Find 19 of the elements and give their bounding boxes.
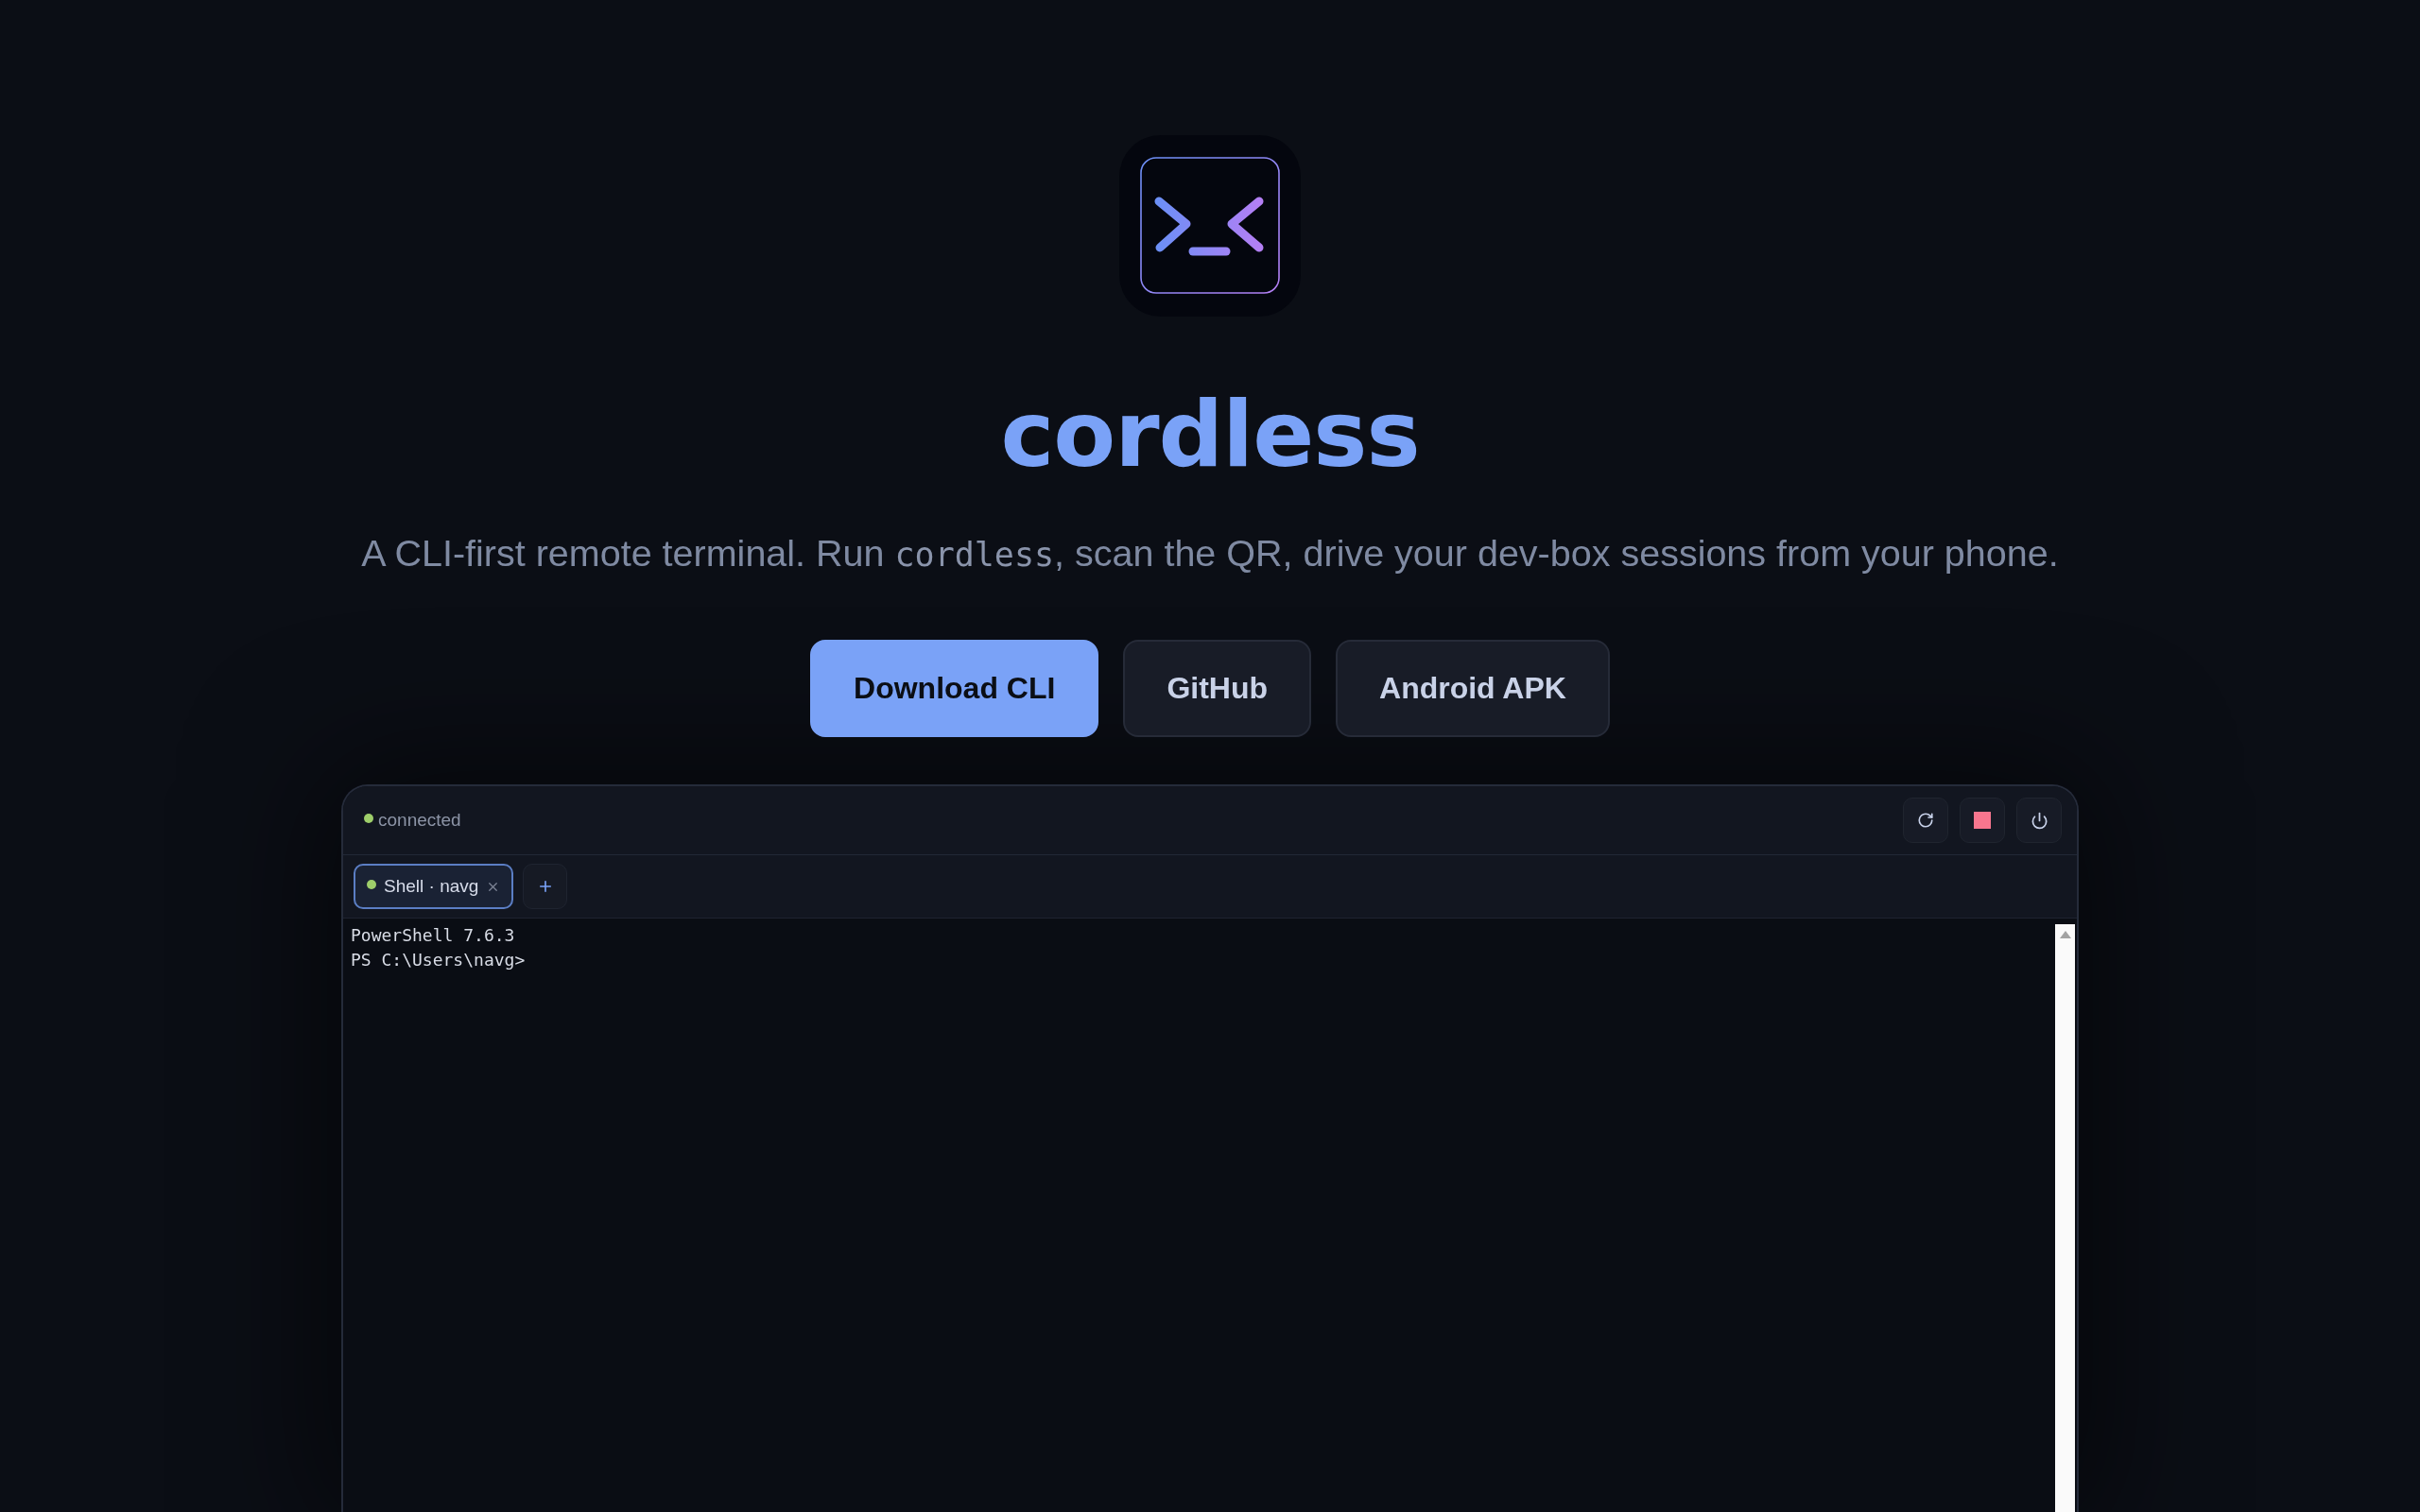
terminal-line: PowerShell 7.6.3 bbox=[351, 924, 515, 947]
power-button[interactable] bbox=[2016, 798, 2062, 843]
stop-button[interactable] bbox=[1960, 798, 2005, 843]
secondary-button[interactable]: GitHub bbox=[1123, 640, 1311, 737]
terminal-logo-icon bbox=[1119, 135, 1301, 317]
scrollbar[interactable] bbox=[2055, 924, 2075, 1512]
power-icon bbox=[2030, 811, 2048, 830]
tab-label: Shell · navg bbox=[384, 876, 479, 897]
refresh-icon bbox=[1917, 812, 1934, 829]
tagline: A CLI-first remote terminal. Run cordless, scan the QR, drive your dev-box sessions from your phone. bbox=[361, 531, 2059, 576]
terminal-tab[interactable]: Shell · navg bbox=[354, 864, 514, 909]
up-arrow-icon[interactable] bbox=[2059, 931, 2071, 938]
connection-status: connected bbox=[378, 810, 461, 831]
refresh-button[interactable] bbox=[1903, 798, 1948, 843]
secondary-button[interactable]: Android APK bbox=[1336, 640, 1610, 737]
stop-square-icon bbox=[1974, 812, 1991, 829]
primary-button[interactable]: Download CLI bbox=[810, 640, 1099, 737]
app-title: cordless bbox=[1000, 382, 1420, 488]
terminal-line: PS C:\Users\navg> bbox=[351, 949, 526, 971]
